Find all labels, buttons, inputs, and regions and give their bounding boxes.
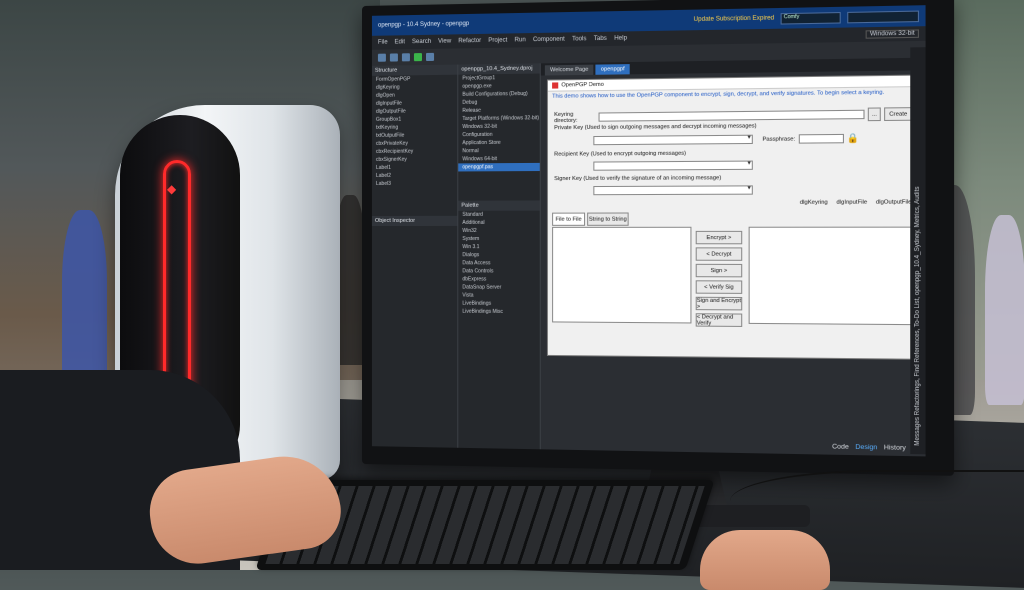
palette-item[interactable]: Standard — [458, 211, 539, 219]
passphrase-input[interactable] — [798, 133, 844, 144]
palette-item[interactable]: Additional — [458, 219, 539, 227]
menu-component[interactable]: Component — [533, 37, 565, 44]
palette-item[interactable]: Win 3.1 — [458, 243, 539, 251]
recipient-label-row: Recipient Key (Used to encrypt outgoing … — [554, 151, 686, 158]
pgp-lock-icon: 🔒 — [846, 132, 859, 144]
left-column: Structure FormOpenPGP dlgKeyring dlgOpen… — [371, 64, 459, 448]
pause-icon[interactable] — [426, 52, 435, 62]
ide-screen: openpgp - 10.4 Sydney - openpgp Update S… — [371, 5, 926, 457]
private-key-label-row: Private Key (Used to sign outgoing messa… — [554, 123, 756, 131]
tree-item[interactable]: Label3 — [372, 180, 457, 188]
keyring-input[interactable] — [598, 109, 865, 122]
passphrase-label: Passphrase: — [762, 135, 796, 143]
dlg-keyring-icon[interactable]: dlgKeyring — [800, 200, 828, 206]
palette-list: Standard Additional Win32 System Win 3.1… — [458, 211, 539, 317]
side-dock-tabs[interactable]: Messages Refactorings, Find References, … — [910, 47, 926, 455]
menu-run[interactable]: Run — [514, 37, 525, 43]
new-icon[interactable] — [377, 53, 386, 62]
palette-item[interactable]: LiveBindings Misc — [458, 308, 539, 317]
page-tabs: File to File String to String — [552, 212, 629, 226]
middle-column: openpgp_10.4_Sydney.dproj ProjectGroup1 … — [458, 63, 541, 450]
tree-item-selected[interactable]: openpgpf.pas — [458, 162, 540, 172]
menu-tools[interactable]: Tools — [572, 36, 586, 42]
tab-welcome-page[interactable]: Welcome Page — [544, 64, 594, 76]
recipient-key-combo[interactable] — [593, 160, 753, 171]
output-memo[interactable] — [748, 226, 913, 326]
dialog-components: dlgKeyring dlgInputFile dlgOutputFile — [800, 199, 912, 206]
background-person — [62, 210, 107, 390]
form-title: OpenPGP Demo — [561, 81, 604, 89]
editor-bottom-tabs: Code Design History — [832, 443, 906, 452]
signer-label-row: Signer Key (Used to verify the signature… — [554, 175, 721, 182]
browse-button[interactable]: ... — [867, 107, 881, 122]
tab-string-to-string[interactable]: String to String — [587, 212, 629, 226]
layout-combo[interactable]: Comfy — [780, 11, 841, 25]
menu-file[interactable]: File — [378, 40, 388, 46]
private-key-row: Passphrase: 🔒 — [554, 133, 859, 147]
monitor: openpgp - 10.4 Sydney - openpgp Update S… — [362, 0, 955, 476]
input-memo[interactable] — [552, 226, 692, 324]
recipient-key-label: Recipient Key (Used to encrypt outgoing … — [554, 150, 687, 158]
encrypt-button[interactable]: Encrypt > — [695, 230, 743, 245]
private-key-combo[interactable] — [593, 134, 753, 146]
form-designer: Welcome Page openpgpf OpenPGP Demo This … — [540, 57, 926, 457]
structure-tree: FormOpenPGP dlgKeyring dlgOpen dlgInputF… — [372, 75, 457, 216]
keyring-row: Keyring directory: ... Create — [554, 107, 913, 124]
palette-item[interactable]: System — [458, 235, 539, 243]
app-icon — [552, 82, 559, 89]
verify-sig-button[interactable]: < Verify Sig — [695, 280, 743, 294]
keyring-label: Keyring directory: — [554, 111, 578, 124]
ide-body: Structure FormOpenPGP dlgKeyring dlgOpen… — [371, 57, 926, 457]
tab-design[interactable]: Design — [855, 444, 877, 452]
decrypt-button[interactable]: < Decrypt — [695, 247, 743, 261]
signer-key-combo[interactable] — [593, 185, 753, 196]
sign-and-encrypt-button[interactable]: Sign and Encrypt > — [695, 296, 743, 311]
palette-item[interactable]: Data Access — [458, 259, 539, 267]
platform-combo[interactable]: Windows 32-bit — [865, 29, 919, 39]
background-person — [985, 215, 1024, 405]
signer-key-label: Signer Key (Used to verify the signature… — [554, 175, 722, 183]
decrypt-and-verify-button[interactable]: < Decrypt and Verify — [695, 313, 743, 327]
run-icon[interactable] — [413, 53, 422, 62]
window-title: openpgp - 10.4 Sydney - openpgp — [377, 21, 470, 29]
cable — [730, 470, 1024, 532]
palette-item[interactable]: Data Controls — [458, 267, 539, 275]
tab-history[interactable]: History — [884, 444, 906, 452]
menu-project[interactable]: Project — [488, 38, 507, 44]
dlg-input-file-icon[interactable]: dlgInputFile — [836, 199, 867, 205]
menu-refactor[interactable]: Refactor — [458, 38, 481, 44]
search-box[interactable] — [847, 10, 919, 23]
menu-view[interactable]: View — [438, 38, 451, 44]
tab-code[interactable]: Code — [832, 443, 849, 451]
menu-tabs[interactable]: Tabs — [594, 36, 607, 42]
palette-item[interactable]: Dialogs — [458, 251, 539, 259]
menu-help[interactable]: Help — [614, 35, 627, 41]
palette-item[interactable]: Win32 — [458, 227, 539, 235]
tab-file-to-file[interactable]: File to File — [552, 212, 586, 226]
private-key-label: Private Key (Used to sign outgoing messa… — [554, 123, 757, 132]
project-tree: ProjectGroup1 openpgp.exe Build Configur… — [458, 74, 540, 201]
save-icon[interactable] — [401, 53, 410, 62]
palette-title: Palette — [458, 200, 540, 211]
object-inspector-title: Object Inspector — [371, 215, 458, 226]
sign-button[interactable]: Sign > — [695, 263, 743, 278]
alien-logo-icon: ◆ — [167, 182, 177, 196]
openpgp-demo-form: OpenPGP Demo This demo shows how to use … — [546, 74, 921, 360]
right-hand — [700, 530, 830, 590]
action-buttons: Encrypt > < Decrypt Sign > < Verify Sig … — [695, 230, 743, 327]
subscription-notice[interactable]: Update Subscription Expired — [694, 15, 775, 23]
recipient-row — [554, 160, 753, 171]
dlg-output-file-icon[interactable]: dlgOutputFile — [876, 199, 912, 205]
menu-search[interactable]: Search — [412, 39, 431, 45]
open-icon[interactable] — [389, 53, 398, 62]
signer-row — [554, 185, 753, 196]
tab-openpgpf[interactable]: openpgpf — [595, 64, 630, 75]
create-button[interactable]: Create — [884, 107, 913, 122]
menu-edit[interactable]: Edit — [395, 39, 405, 45]
